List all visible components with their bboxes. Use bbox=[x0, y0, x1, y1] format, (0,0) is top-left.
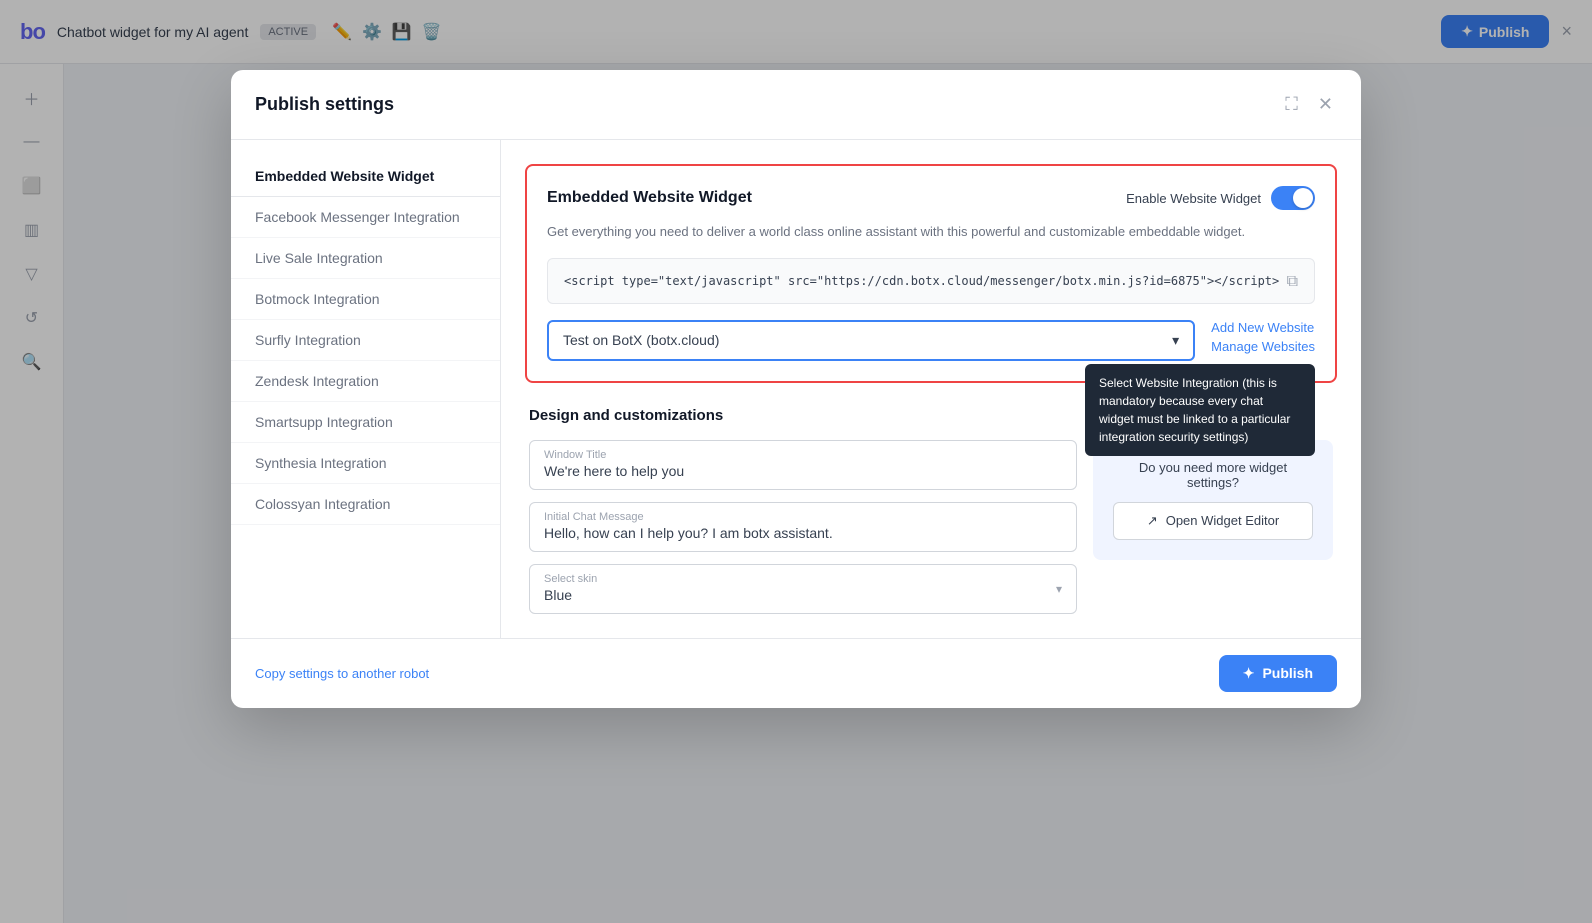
nav-item-embedded-widget[interactable]: Embedded Website Widget bbox=[231, 156, 500, 197]
publish-button-footer[interactable]: ✦ Publish bbox=[1219, 655, 1337, 692]
copy-icon[interactable]: ⧉ bbox=[1287, 271, 1298, 291]
modal-body: Embedded Website Widget Facebook Messeng… bbox=[231, 140, 1361, 638]
script-code-text: <script type="text/javascript" src="http… bbox=[564, 274, 1279, 288]
external-link-icon: ↗ bbox=[1147, 513, 1158, 529]
script-code-box: <script type="text/javascript" src="http… bbox=[547, 258, 1315, 304]
embedded-widget-section: Embedded Website Widget Enable Website W… bbox=[525, 164, 1337, 383]
modal-header-icons: ⛶ ✕ bbox=[1281, 90, 1337, 119]
enable-toggle[interactable] bbox=[1271, 186, 1315, 210]
manage-websites-link[interactable]: Manage Websites bbox=[1211, 339, 1315, 354]
form-left: Window Title Initial Chat Message Select… bbox=[529, 440, 1077, 614]
website-links: Add New Website Manage Websites bbox=[1211, 320, 1315, 354]
publish-settings-modal: Publish settings ⛶ ✕ Embedded Website Wi… bbox=[231, 70, 1361, 708]
modal-expand-icon[interactable]: ⛶ bbox=[1281, 90, 1302, 119]
skin-chevron-icon: ▾ bbox=[1056, 582, 1062, 596]
publish-label-footer: Publish bbox=[1262, 665, 1313, 681]
right-panel: Do you need more widget settings? ↗ Open… bbox=[1093, 440, 1333, 560]
publish-icon-footer: ✦ bbox=[1243, 665, 1255, 682]
tooltip: Select Website Integration (this is mand… bbox=[1085, 364, 1315, 456]
initial-message-label: Initial Chat Message bbox=[544, 511, 1062, 523]
website-select-row: Test on BotX (botx.cloud) ▾ Add New Webs… bbox=[547, 320, 1315, 361]
nav-item-livesale[interactable]: Live Sale Integration bbox=[231, 238, 500, 279]
skin-group: Select skin Blue Green Dark Light ▾ bbox=[529, 564, 1077, 614]
modal-close-icon[interactable]: ✕ bbox=[1314, 90, 1337, 119]
enable-row: Enable Website Widget bbox=[1126, 186, 1315, 210]
modal-footer: Copy settings to another robot ✦ Publish bbox=[231, 638, 1361, 708]
modal-main-content: Embedded Website Widget Enable Website W… bbox=[501, 140, 1361, 638]
nav-item-synthesia[interactable]: Synthesia Integration bbox=[231, 443, 500, 484]
section-header: Embedded Website Widget Enable Website W… bbox=[547, 186, 1315, 210]
modal-header: Publish settings ⛶ ✕ bbox=[231, 70, 1361, 140]
initial-message-input[interactable] bbox=[544, 525, 1062, 541]
nav-item-zendesk[interactable]: Zendesk Integration bbox=[231, 361, 500, 402]
right-panel-text: Do you need more widget settings? bbox=[1113, 460, 1313, 490]
nav-item-surfly[interactable]: Surfly Integration bbox=[231, 320, 500, 361]
website-select-dropdown[interactable]: Test on BotX (botx.cloud) ▾ bbox=[547, 320, 1195, 361]
design-row: Window Title Initial Chat Message Select… bbox=[529, 440, 1333, 614]
open-editor-label: Open Widget Editor bbox=[1166, 513, 1279, 528]
window-title-group: Window Title bbox=[529, 440, 1077, 490]
nav-item-botmock[interactable]: Botmock Integration bbox=[231, 279, 500, 320]
enable-label: Enable Website Widget bbox=[1126, 191, 1261, 206]
section-title: Embedded Website Widget bbox=[547, 189, 752, 207]
modal-title: Publish settings bbox=[255, 94, 394, 115]
window-title-input[interactable] bbox=[544, 463, 1062, 479]
chevron-down-icon: ▾ bbox=[1172, 332, 1179, 349]
open-editor-button[interactable]: ↗ Open Widget Editor bbox=[1113, 502, 1313, 540]
add-website-link[interactable]: Add New Website bbox=[1211, 320, 1315, 335]
modal-nav: Embedded Website Widget Facebook Messeng… bbox=[231, 140, 501, 638]
copy-settings-link[interactable]: Copy settings to another robot bbox=[255, 666, 429, 681]
skin-label: Select skin bbox=[544, 573, 1062, 585]
initial-message-group: Initial Chat Message bbox=[529, 502, 1077, 552]
section-description: Get everything you need to deliver a wor… bbox=[547, 222, 1315, 242]
website-select-value: Test on BotX (botx.cloud) bbox=[563, 332, 719, 348]
modal-overlay: Publish settings ⛶ ✕ Embedded Website Wi… bbox=[0, 0, 1592, 923]
nav-item-colossyan[interactable]: Colossyan Integration bbox=[231, 484, 500, 525]
nav-item-facebook[interactable]: Facebook Messenger Integration bbox=[231, 197, 500, 238]
window-title-label: Window Title bbox=[544, 449, 1062, 461]
skin-select[interactable]: Blue Green Dark Light bbox=[544, 587, 1062, 603]
nav-item-smartsupp[interactable]: Smartsupp Integration bbox=[231, 402, 500, 443]
